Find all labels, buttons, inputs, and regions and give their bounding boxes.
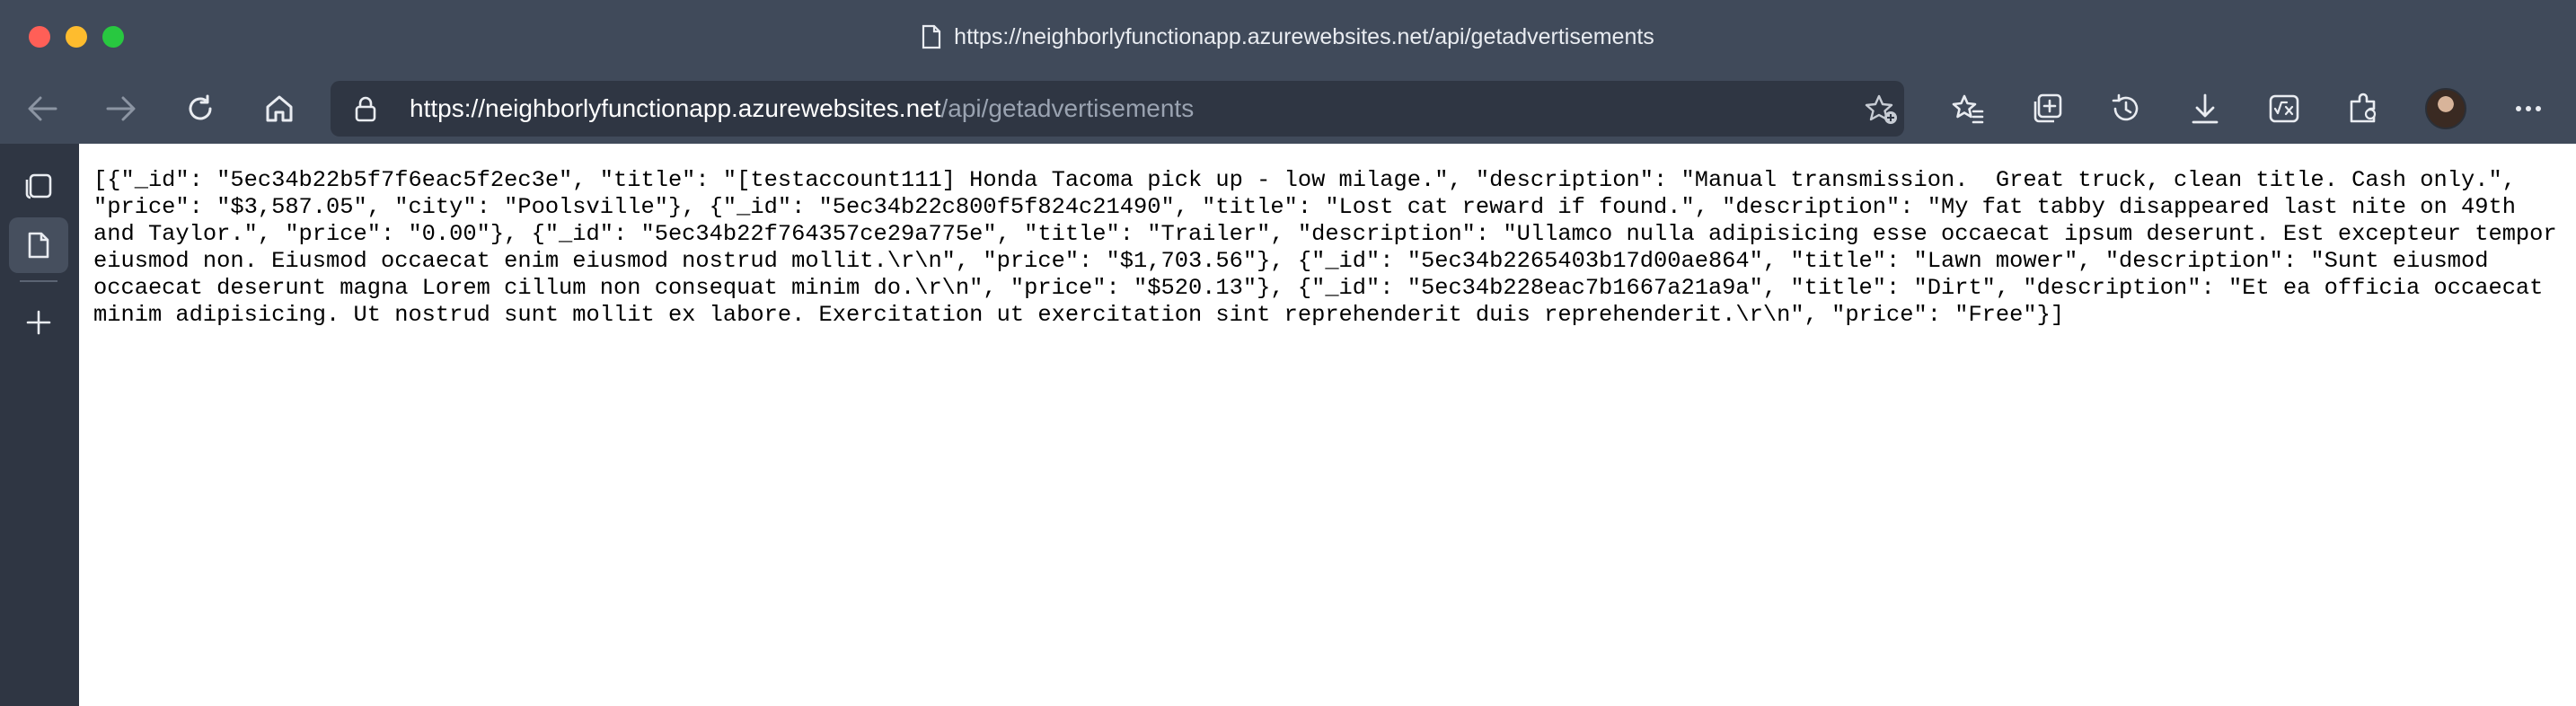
window-title-bar: https://neighborlyfunctionapp.azurewebsi… bbox=[0, 0, 2576, 74]
lock-icon[interactable] bbox=[354, 95, 377, 127]
extensions-icon[interactable] bbox=[2344, 90, 2382, 128]
more-icon[interactable] bbox=[2510, 90, 2547, 128]
downloads-icon[interactable] bbox=[2186, 90, 2224, 128]
url-host: https://neighborlyfunctionapp.azurewebsi… bbox=[410, 94, 941, 122]
home-icon[interactable] bbox=[260, 90, 298, 128]
page-icon bbox=[922, 24, 941, 49]
window-title: https://neighborlyfunctionapp.azurewebsi… bbox=[0, 0, 2576, 74]
back-icon[interactable] bbox=[23, 90, 61, 128]
collections-icon[interactable] bbox=[2028, 90, 2066, 128]
math-solver-icon[interactable] bbox=[2265, 90, 2303, 128]
history-icon[interactable] bbox=[2107, 90, 2145, 128]
browser-toolbar: https://neighborlyfunctionapp.azurewebsi… bbox=[0, 74, 2576, 144]
profile-avatar[interactable] bbox=[2425, 88, 2466, 129]
json-response-text: [{"_id": "5ec34b22b5f7f6eac5f2ec3e", "ti… bbox=[93, 167, 2571, 328]
new-tab-icon[interactable] bbox=[9, 295, 68, 350]
vertical-tabs-sidebar bbox=[0, 144, 79, 706]
refresh-icon[interactable] bbox=[181, 90, 219, 128]
forward-icon[interactable] bbox=[102, 90, 140, 128]
window-title-text: https://neighborlyfunctionapp.azurewebsi… bbox=[954, 23, 1654, 49]
url-text[interactable]: https://neighborlyfunctionapp.azurewebsi… bbox=[410, 81, 1194, 137]
address-bar[interactable]: https://neighborlyfunctionapp.azurewebsi… bbox=[331, 81, 1904, 137]
sidebar-divider bbox=[20, 280, 57, 282]
add-favorite-icon[interactable] bbox=[1865, 93, 1899, 130]
vertical-tab-page-icon[interactable] bbox=[9, 217, 68, 273]
favorites-icon[interactable] bbox=[1949, 90, 1987, 128]
url-path: /api/getadvertisements bbox=[940, 94, 1195, 122]
page-content: [{"_id": "5ec34b22b5f7f6eac5f2ec3e", "ti… bbox=[79, 144, 2576, 706]
tab-actions-icon[interactable] bbox=[9, 158, 68, 214]
